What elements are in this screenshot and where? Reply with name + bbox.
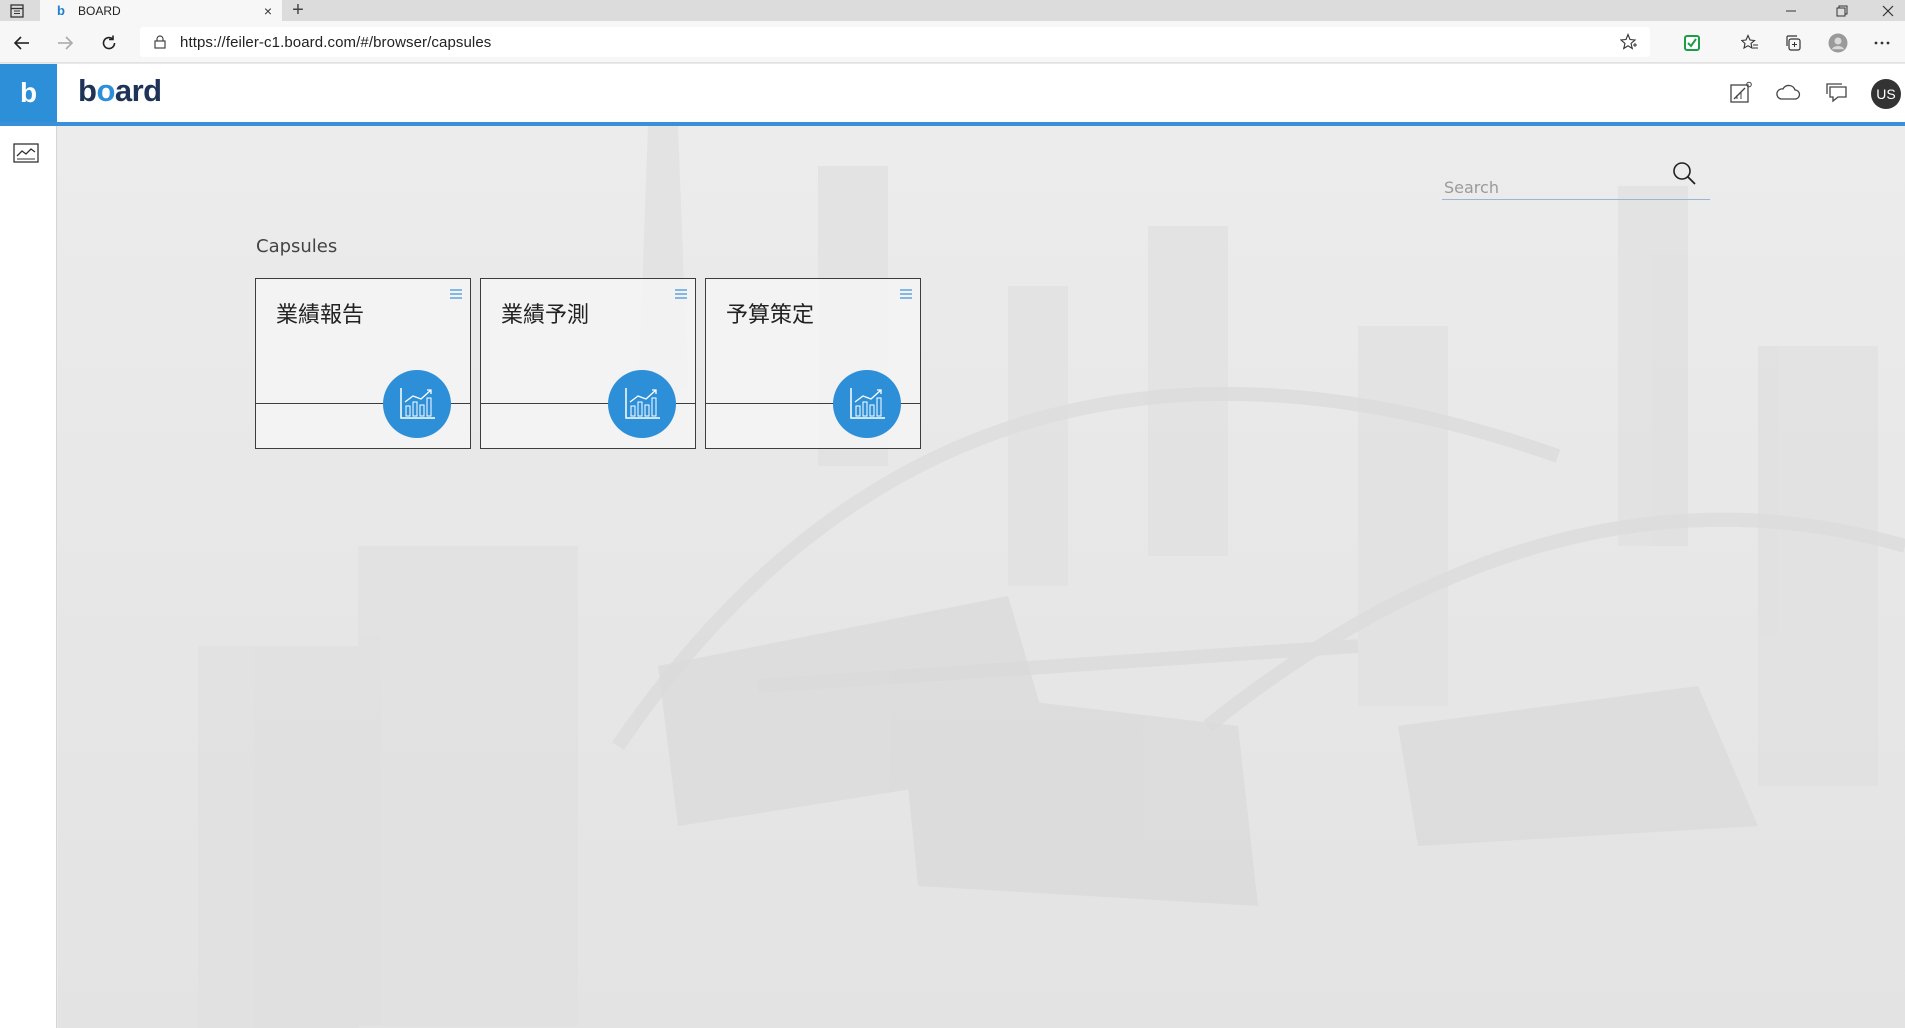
extension-icon[interactable] xyxy=(1682,33,1702,53)
search-input[interactable] xyxy=(1444,176,1664,198)
url-text: https://feiler-c1.board.com/#/browser/ca… xyxy=(180,33,492,51)
address-toolbar: https://feiler-c1.board.com/#/browser/ca… xyxy=(0,21,1905,63)
capsule-title: 業績報告 xyxy=(276,303,365,328)
menu-icon[interactable] xyxy=(450,289,462,299)
search-box xyxy=(1442,156,1710,200)
chart-icon xyxy=(833,370,901,438)
refresh-icon[interactable] xyxy=(96,30,122,56)
capsule-title: 業績予測 xyxy=(501,303,590,328)
cloud-icon[interactable] xyxy=(1774,79,1802,107)
capsule-title: 予算策定 xyxy=(726,303,815,328)
menu-icon[interactable] xyxy=(900,289,912,299)
chat-icon[interactable] xyxy=(1823,79,1851,107)
capsule-card[interactable]: 業績報告 xyxy=(255,278,471,449)
more-menu-icon[interactable] xyxy=(1872,33,1892,53)
browser-tab-bar: b BOARD × + xyxy=(0,0,1905,21)
home-logo-button[interactable]: b xyxy=(0,64,57,122)
capsules-browser: Capsules 業績報告 業績予測 予算策定 xyxy=(58,126,1905,1028)
app-header: b board US xyxy=(0,64,1905,126)
new-tab-button[interactable]: + xyxy=(288,0,308,20)
profile-icon[interactable] xyxy=(1828,33,1848,53)
side-rail xyxy=(0,126,57,1028)
favorites-icon[interactable] xyxy=(1740,33,1760,53)
capsule-card[interactable]: 予算策定 xyxy=(705,278,921,449)
window-close-icon[interactable] xyxy=(1871,0,1905,21)
collections-icon[interactable] xyxy=(1783,33,1803,53)
back-icon[interactable] xyxy=(9,30,35,56)
menu-icon[interactable] xyxy=(675,289,687,299)
browser-tab[interactable]: b BOARD × xyxy=(40,0,282,21)
minimize-icon[interactable] xyxy=(1774,0,1808,21)
board-favicon-icon: b xyxy=(57,3,65,18)
dashboard-icon[interactable] xyxy=(13,143,39,163)
user-avatar[interactable]: US xyxy=(1871,79,1901,109)
tab-title: BOARD xyxy=(78,3,121,18)
city-background-illustration xyxy=(198,126,1905,1028)
capsule-card[interactable]: 業績予測 xyxy=(480,278,696,449)
brand-logo: board xyxy=(78,73,162,108)
search-icon[interactable] xyxy=(1671,160,1697,186)
chart-icon xyxy=(608,370,676,438)
section-title: Capsules xyxy=(256,236,338,257)
tab-close-icon[interactable]: × xyxy=(260,3,276,19)
address-field[interactable]: https://feiler-c1.board.com/#/browser/ca… xyxy=(140,27,1650,57)
restore-icon[interactable] xyxy=(1825,0,1859,21)
design-tools-icon[interactable] xyxy=(1727,79,1755,107)
tab-actions-icon[interactable] xyxy=(8,2,25,19)
chart-icon xyxy=(383,370,451,438)
forward-icon[interactable] xyxy=(52,30,78,56)
lock-icon xyxy=(152,34,168,50)
favorite-star-icon[interactable] xyxy=(1620,33,1638,51)
